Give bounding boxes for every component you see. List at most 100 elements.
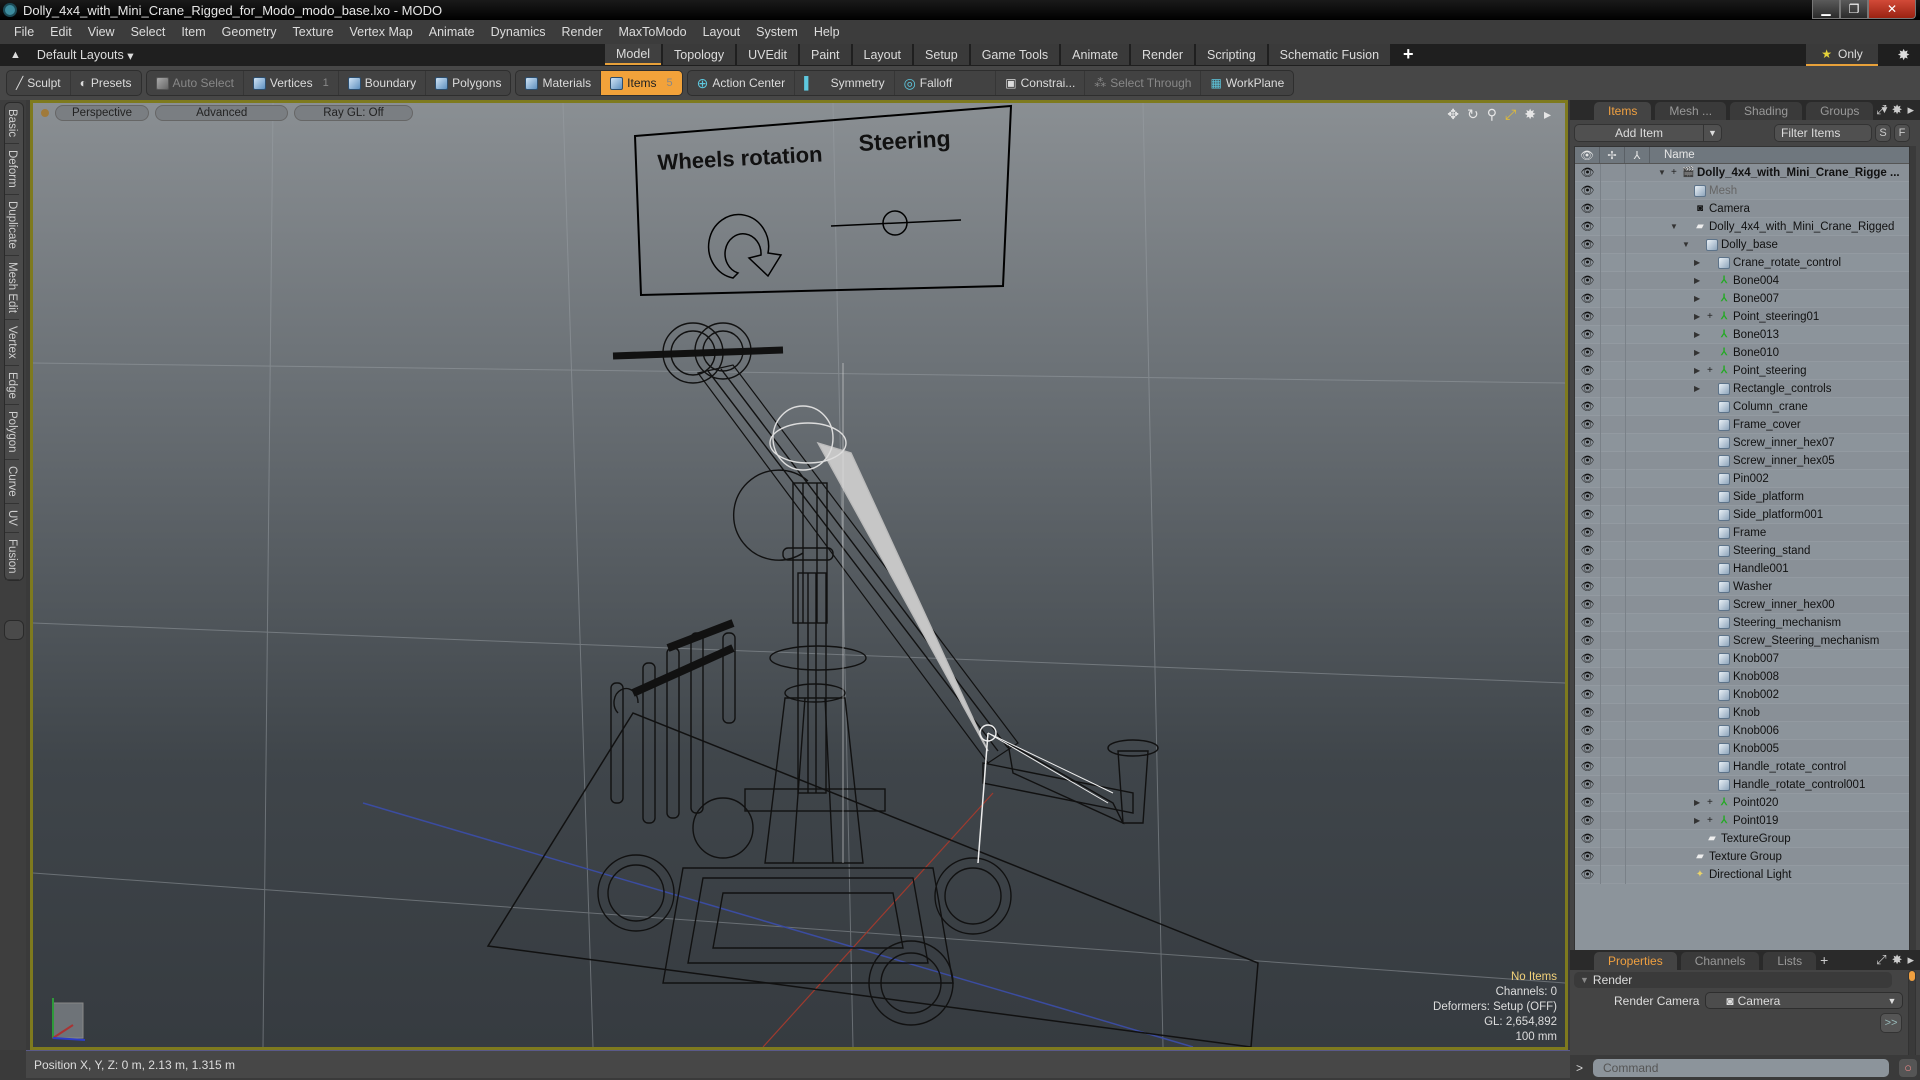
lock-cell[interactable] xyxy=(1625,307,1650,326)
expand-right-icon[interactable]: ▶ xyxy=(1694,330,1704,339)
only-button[interactable]: ★ Only xyxy=(1806,44,1878,66)
item-row[interactable]: 👁 ▰ TextureGroup xyxy=(1575,829,1909,848)
visibility-eye-icon[interactable]: 👁 xyxy=(1575,418,1600,431)
render-camera-dropdown[interactable]: ◙ Camera ▼ xyxy=(1705,992,1904,1009)
tab-game-tools[interactable]: Game Tools xyxy=(970,44,1060,65)
lock-cell[interactable] xyxy=(1600,415,1625,434)
visibility-eye-icon[interactable]: 👁 xyxy=(1575,724,1600,737)
lock-cell[interactable] xyxy=(1625,739,1650,758)
visibility-eye-icon[interactable]: 👁 xyxy=(1575,310,1600,323)
lock-cell[interactable] xyxy=(1600,775,1625,794)
lock-cell[interactable] xyxy=(1600,307,1625,326)
lock-cell[interactable] xyxy=(1600,757,1625,776)
action-center-button[interactable]: ⊕ Action Center xyxy=(688,71,796,95)
tab-lists[interactable]: Lists xyxy=(1763,952,1817,970)
lock-cell[interactable] xyxy=(1625,775,1650,794)
tab-topology[interactable]: Topology xyxy=(663,44,736,65)
lock-cell[interactable] xyxy=(1600,523,1625,542)
add-tab-icon[interactable]: + xyxy=(1820,952,1828,968)
more-button[interactable]: >> xyxy=(1880,1013,1902,1033)
3d-viewport[interactable]: Perspective Advanced Ray GL: Off ✥ ↻ ⚲ ⤢… xyxy=(30,100,1568,1050)
menu-edit[interactable]: Edit xyxy=(42,25,80,39)
tab-properties[interactable]: Properties xyxy=(1594,952,1677,970)
panel-expand-icon[interactable]: ▸ xyxy=(1907,102,1914,118)
menu-vertex-map[interactable]: Vertex Map xyxy=(342,25,421,39)
lock-cell[interactable] xyxy=(1625,289,1650,308)
visibility-eye-icon[interactable]: 👁 xyxy=(1575,364,1600,377)
item-row[interactable]: 👁 ✦ Directional Light xyxy=(1575,865,1909,884)
visibility-eye-icon[interactable]: 👁 xyxy=(1575,526,1600,539)
visibility-eye-icon[interactable]: 👁 xyxy=(1575,868,1600,881)
panel-expand-icon[interactable]: ▸ xyxy=(1907,952,1914,968)
tab-uvedit[interactable]: UVEdit xyxy=(737,44,798,65)
lock-cell[interactable] xyxy=(1625,649,1650,668)
lock-cell[interactable] xyxy=(1600,343,1625,362)
tab-polygon[interactable]: Polygon xyxy=(5,405,19,460)
tab-render[interactable]: Render xyxy=(1131,44,1195,65)
lock-cell[interactable] xyxy=(1625,631,1650,650)
visibility-eye-icon[interactable]: 👁 xyxy=(1575,256,1600,269)
menu-help[interactable]: Help xyxy=(806,25,848,39)
item-row[interactable]: 👁 Column_crane xyxy=(1575,397,1909,416)
lock-cell[interactable] xyxy=(1600,631,1625,650)
lock-cell[interactable] xyxy=(1625,721,1650,740)
item-row[interactable]: 👁 Screw_inner_hex05 xyxy=(1575,451,1909,470)
lock-cell[interactable] xyxy=(1625,361,1650,380)
rotation-control-icon[interactable] xyxy=(707,213,783,279)
add-tab-button[interactable]: + xyxy=(1392,44,1425,65)
tab-uv[interactable]: UV xyxy=(5,504,19,533)
lock-cell[interactable] xyxy=(1625,217,1650,236)
filter-items-input[interactable]: Filter Items xyxy=(1774,124,1872,142)
item-row[interactable]: 👁 ▶ + ⅄ Point019 xyxy=(1575,811,1909,830)
lock-cell[interactable] xyxy=(1625,559,1650,578)
visibility-eye-icon[interactable]: 👁 xyxy=(1575,598,1600,611)
item-row[interactable]: 👁 Mesh xyxy=(1575,181,1909,200)
tab-setup[interactable]: Setup xyxy=(914,44,969,65)
lock-cell[interactable] xyxy=(1600,433,1625,452)
lock-cell[interactable] xyxy=(1625,865,1650,884)
lock-cell[interactable] xyxy=(1625,235,1650,254)
materials-button[interactable]: Materials xyxy=(516,71,602,95)
item-list-scrollbar[interactable] xyxy=(1910,146,1916,1026)
tab-fusion[interactable]: Fusion xyxy=(5,533,19,581)
workplane-button[interactable]: ▦ WorkPlane xyxy=(1201,71,1293,95)
menu-view[interactable]: View xyxy=(80,25,123,39)
visibility-eye-icon[interactable]: 👁 xyxy=(1575,220,1600,233)
add-item-button[interactable]: Add Item ▼ xyxy=(1574,124,1722,142)
visibility-eye-icon[interactable]: 👁 xyxy=(1575,202,1600,215)
lock-cell[interactable] xyxy=(1625,415,1650,434)
layout-selector[interactable]: ▲ Default Layouts ▾ xyxy=(0,48,134,63)
visibility-eye-icon[interactable]: 👁 xyxy=(1575,742,1600,755)
lock-cell[interactable] xyxy=(1600,163,1625,182)
item-row[interactable]: 👁 ▶ + ⅄ Point_steering01 xyxy=(1575,307,1909,326)
zoom-icon[interactable]: ⚲ xyxy=(1487,106,1497,123)
shading-mode-button[interactable]: Advanced xyxy=(155,105,289,121)
menu-texture[interactable]: Texture xyxy=(285,25,342,39)
select-through-button[interactable]: ⁂ Select Through xyxy=(1085,71,1202,95)
minimize-button[interactable]: ▁ xyxy=(1812,0,1840,19)
item-row[interactable]: 👁 ▶ + ⅄ Point020 xyxy=(1575,793,1909,812)
extra-tab-button[interactable] xyxy=(4,620,24,640)
lock-cell[interactable] xyxy=(1600,829,1625,848)
lock-cell[interactable] xyxy=(1600,325,1625,344)
raygl-button[interactable]: Ray GL: Off xyxy=(294,105,413,121)
item-row[interactable]: 👁 Handle_rotate_control xyxy=(1575,757,1909,776)
panel-gear-icon[interactable]: ✸ xyxy=(1892,102,1903,118)
lock-cell[interactable] xyxy=(1600,703,1625,722)
viewport-expand-icon[interactable]: ▸ xyxy=(1544,106,1551,123)
lock-cell[interactable] xyxy=(1600,685,1625,704)
close-button[interactable]: ✕ xyxy=(1868,0,1916,19)
tab-paint[interactable]: Paint xyxy=(800,44,851,65)
lock-cell[interactable] xyxy=(1600,199,1625,218)
rotate-icon[interactable]: ↻ xyxy=(1467,106,1479,123)
item-row[interactable]: 👁 ▰ Texture Group xyxy=(1575,847,1909,866)
item-row[interactable]: 👁 Handle_rotate_control001 xyxy=(1575,775,1909,794)
lock-cell[interactable] xyxy=(1600,487,1625,506)
visibility-eye-icon[interactable]: 👁 xyxy=(1575,238,1600,251)
visibility-eye-icon[interactable]: 👁 xyxy=(1575,292,1600,305)
lock-cell[interactable] xyxy=(1600,865,1625,884)
lock-cell[interactable] xyxy=(1600,595,1625,614)
expand-right-icon[interactable]: ▶ xyxy=(1694,798,1704,807)
visibility-eye-icon[interactable]: 👁 xyxy=(1575,616,1600,629)
lock-cell[interactable] xyxy=(1625,253,1650,272)
